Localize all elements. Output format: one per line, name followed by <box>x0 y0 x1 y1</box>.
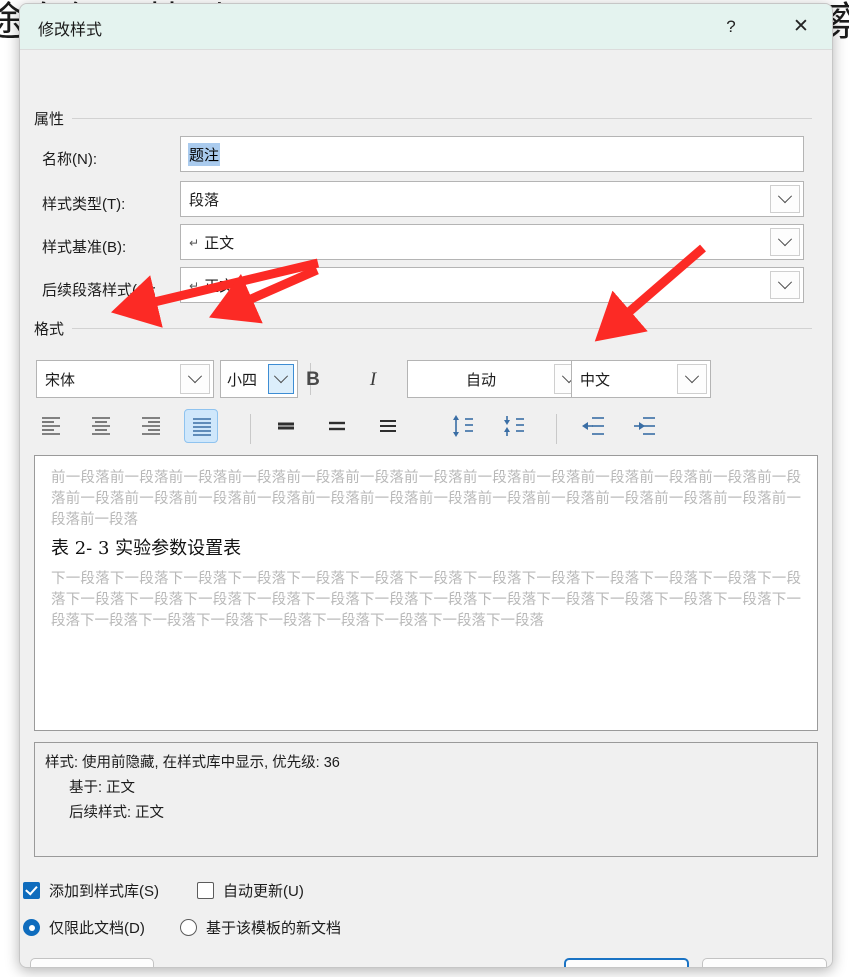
decrease-indent-icon[interactable] <box>576 409 610 443</box>
increase-paragraph-spacing-icon[interactable] <box>445 409 479 443</box>
name-input[interactable]: 题注 <box>180 136 804 172</box>
help-icon[interactable]: ? <box>708 4 754 49</box>
font-color-combo[interactable]: 自动 <box>407 360 588 398</box>
chevron-down-icon[interactable] <box>677 364 707 394</box>
font-size-combo[interactable]: 小四 <box>220 360 298 398</box>
font-family-value: 宋体 <box>37 369 180 390</box>
add-to-gallery-checkbox[interactable]: 添加到样式库(S) <box>23 880 159 901</box>
toolbar-separator-3 <box>250 414 251 444</box>
chevron-down-icon[interactable] <box>268 364 294 394</box>
next-style-combo[interactable]: ↵正文 <box>180 267 804 303</box>
italic-button[interactable]: I <box>356 363 390 397</box>
style-description: 样式: 使用前隐藏, 在样式库中显示, 优先级: 36 基于: 正文 后续样式:… <box>34 742 818 857</box>
dialog-titlebar: 修改样式 ? ✕ <box>20 4 832 50</box>
format-group-header: 格式 <box>34 318 818 339</box>
align-left-icon[interactable] <box>34 409 68 443</box>
properties-group-label: 属性 <box>34 108 64 129</box>
font-family-combo[interactable]: 宋体 <box>36 360 214 398</box>
name-input-value: 题注 <box>188 143 220 166</box>
decrease-paragraph-spacing-icon[interactable] <box>496 409 530 443</box>
radio-unselected-icon <box>180 919 197 936</box>
properties-group-rule <box>72 118 812 119</box>
line-spacing-1-5-icon[interactable] <box>320 409 354 443</box>
preview-sample-text: 表 2- 3 实验参数设置表 <box>51 535 801 563</box>
checkbox-unchecked-icon <box>197 882 214 899</box>
add-to-gallery-label: 添加到样式库(S) <box>49 880 159 901</box>
toolbar-separator-4 <box>556 414 557 444</box>
modify-style-dialog: 修改样式 ? ✕ 属性 名称(N): 题注 样式类型(T): 段落 样式基准(B… <box>19 3 833 968</box>
style-type-label: 样式类型(T): <box>42 193 125 214</box>
auto-update-checkbox[interactable]: 自动更新(U) <box>197 880 304 901</box>
chevron-down-icon[interactable] <box>770 271 800 299</box>
next-style-value: ↵正文 <box>181 275 770 296</box>
font-color-value: 自动 <box>408 369 554 390</box>
style-type-value: 段落 <box>181 189 770 210</box>
cancel-button[interactable]: 取消 <box>702 958 827 968</box>
chevron-down-icon[interactable] <box>770 185 800 213</box>
description-line-1: 样式: 使用前隐藏, 在样式库中显示, 优先级: 36 <box>45 751 807 776</box>
properties-group-header: 属性 <box>34 108 818 129</box>
language-value: 中文 <box>572 369 677 390</box>
pilcrow-icon: ↵ <box>189 279 199 293</box>
style-preview: 前一段落前一段落前一段落前一段落前一段落前一段落前一段落前一段落前一段落前一段落… <box>34 455 818 731</box>
line-spacing-single-icon[interactable] <box>269 409 303 443</box>
chevron-down-icon[interactable] <box>770 228 800 256</box>
align-center-icon[interactable] <box>84 409 118 443</box>
align-justify-icon[interactable] <box>184 409 218 443</box>
format-group-label: 格式 <box>34 318 64 339</box>
radio-selected-icon <box>23 919 40 936</box>
style-based-on-value: ↵正文 <box>181 232 770 253</box>
style-based-on-combo[interactable]: ↵正文 <box>180 224 804 260</box>
increase-indent-icon[interactable] <box>627 409 661 443</box>
dialog-title: 修改样式 <box>38 16 102 40</box>
checkbox-checked-icon <box>23 882 40 899</box>
auto-update-label: 自动更新(U) <box>223 880 304 901</box>
line-spacing-double-icon[interactable] <box>371 409 405 443</box>
preview-before-text: 前一段落前一段落前一段落前一段落前一段落前一段落前一段落前一段落前一段落前一段落… <box>51 468 801 531</box>
pilcrow-icon: ↵ <box>189 236 199 250</box>
new-documents-radio[interactable]: 基于该模板的新文档 <box>180 917 341 938</box>
only-this-document-radio[interactable]: 仅限此文档(D) <box>23 917 145 938</box>
bold-button[interactable]: B <box>296 363 330 397</box>
only-this-document-label: 仅限此文档(D) <box>49 917 145 938</box>
chevron-down-icon[interactable] <box>180 364 210 394</box>
style-type-combo[interactable]: 段落 <box>180 181 804 217</box>
screen: 途次复了婪刚 察位置沉淀所 修改样式 ? ✕ 属性 名称(N): 题注 样式类型… <box>0 0 849 977</box>
description-line-3: 后续样式: 正文 <box>45 801 807 826</box>
font-size-value: 小四 <box>221 369 268 390</box>
description-line-2: 基于: 正文 <box>45 776 807 801</box>
close-icon[interactable]: ✕ <box>778 4 824 49</box>
style-based-on-label: 样式基准(B): <box>42 236 126 257</box>
align-right-icon[interactable] <box>134 409 168 443</box>
ok-button[interactable]: 确定 <box>564 958 689 968</box>
next-style-label: 后续段落样式(S): <box>42 279 156 300</box>
new-documents-label: 基于该模板的新文档 <box>206 917 341 938</box>
dialog-body: 属性 名称(N): 题注 样式类型(T): 段落 样式基准(B): ↵正文 后续… <box>20 50 832 968</box>
format-button[interactable]: 格式(O) <box>30 958 154 968</box>
format-group-rule <box>72 328 812 329</box>
preview-after-text: 下一段落下一段落下一段落下一段落下一段落下一段落下一段落下一段落下一段落下一段落… <box>51 569 801 632</box>
name-label: 名称(N): <box>42 148 97 169</box>
language-combo[interactable]: 中文 <box>571 360 711 398</box>
